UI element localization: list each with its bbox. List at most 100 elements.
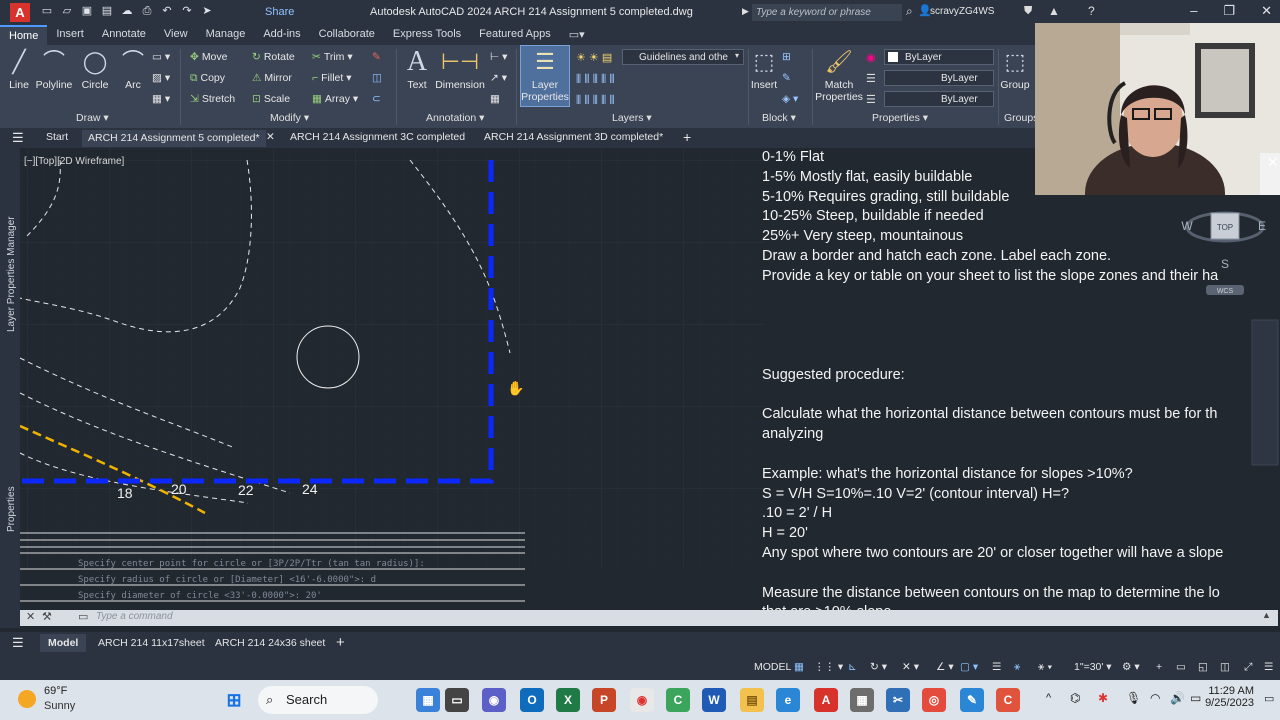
command-line[interactable]: [20, 610, 1278, 626]
viewcube-svg[interactable]: TOP W E S WCS: [1180, 205, 1270, 295]
tab-add-ins[interactable]: Add-ins: [254, 25, 309, 45]
taskbar-search[interactable]: Search: [258, 686, 378, 714]
viewcube[interactable]: TOP W E S WCS: [1180, 205, 1270, 295]
draw-panel-label[interactable]: Draw ▾: [76, 112, 109, 124]
cart-icon[interactable]: ⛊: [1024, 5, 1032, 18]
tab-home[interactable]: Home: [0, 25, 48, 45]
notifications-icon[interactable]: ▭: [1264, 692, 1274, 705]
linetype-icon[interactable]: ☰: [866, 72, 876, 85]
quick-properties-icon[interactable]: ◱: [1198, 661, 1208, 673]
save-icon[interactable]: ▣: [80, 4, 94, 18]
isolate-objects-icon[interactable]: ◫: [1220, 661, 1230, 673]
viewport-controls[interactable]: [−][Top][2D Wireframe]: [24, 156, 124, 167]
chevron-right-icon[interactable]: ▶: [742, 6, 749, 17]
viewcube-south-label[interactable]: S: [1221, 257, 1229, 271]
layers-panel-label[interactable]: Layers ▾: [612, 112, 652, 124]
share-icon[interactable]: ➤: [200, 4, 214, 18]
chevron-down-icon[interactable]: ▾: [735, 51, 739, 60]
layer-tools-row-1[interactable]: ⫴ ⫴ ⫴ ⫴ ⫴: [576, 72, 615, 87]
command-input[interactable]: Type a command: [96, 611, 173, 622]
workspace-gear-icon[interactable]: ⚙ ▾: [1122, 661, 1140, 673]
groups-panel-label[interactable]: Groups: [1004, 112, 1038, 124]
calculator-icon[interactable]: ▦: [850, 688, 874, 712]
autodesk-a-icon[interactable]: ▲: [1048, 4, 1060, 18]
lineweight-toggle-icon[interactable]: ☰: [992, 661, 1001, 673]
stretch-button[interactable]: ⇲ Stretch: [190, 93, 235, 105]
paint-icon[interactable]: ✎: [960, 688, 984, 712]
array-button[interactable]: ▦ Array ▾: [312, 93, 358, 105]
widgets-icon[interactable]: ▦: [416, 688, 440, 712]
create-block-icon[interactable]: ⊞: [782, 51, 791, 63]
properties-panel-label[interactable]: Properties ▾: [872, 112, 928, 124]
leader-icon[interactable]: ↗ ▾: [490, 72, 507, 84]
minimize-icon[interactable]: –: [1190, 3, 1197, 19]
snipping-tool-icon[interactable]: ✂: [886, 688, 910, 712]
insert-button[interactable]: ⬚ Insert: [750, 47, 778, 91]
excel-icon[interactable]: X: [556, 688, 580, 712]
tab-manage[interactable]: Manage: [197, 25, 255, 45]
open-folder-icon[interactable]: ▱: [60, 4, 74, 18]
color-dropdown[interactable]: ByLayer: [884, 49, 994, 65]
dimension-button[interactable]: ⊢⊣ Dimension: [434, 47, 486, 91]
copy-button[interactable]: ⧉ Copy: [190, 72, 225, 85]
rectangle-icon[interactable]: ▭ ▾: [152, 51, 170, 63]
tab-annotate[interactable]: Annotate: [93, 25, 155, 45]
edit-block-icon[interactable]: ✎: [782, 72, 791, 84]
text-button[interactable]: A Text: [400, 47, 434, 92]
cloud-icon[interactable]: ☁: [120, 4, 134, 18]
chrome-icon[interactable]: ◉: [630, 688, 654, 712]
doc-tab-assignment-3c[interactable]: ARCH 214 Assignment 3C completed: [290, 131, 465, 143]
polar-icon[interactable]: ↻ ▾: [870, 661, 887, 673]
sun-weather-icon[interactable]: [18, 690, 36, 708]
linear-dim-icon[interactable]: ⊢ ▾: [490, 51, 507, 63]
menu-icon[interactable]: ☰: [12, 130, 24, 146]
ortho-icon[interactable]: ⊾: [848, 661, 857, 673]
chevron-up-icon[interactable]: ^: [1046, 692, 1051, 704]
isodraft-icon[interactable]: ✕ ▾: [902, 661, 919, 673]
scale-button[interactable]: ⊡ Scale: [252, 93, 290, 105]
boundary-icon[interactable]: ▦ ▾: [152, 93, 170, 105]
weather-temperature[interactable]: 69°F: [44, 685, 67, 697]
layout-menu-icon[interactable]: ☰: [12, 635, 24, 651]
object-snap-tracking-icon[interactable]: ∠ ▾: [936, 661, 954, 673]
wifi-icon[interactable]: ◠: [1150, 691, 1160, 705]
restore-icon[interactable]: ❐: [1223, 3, 1235, 19]
snagit-icon[interactable]: C: [996, 688, 1020, 712]
layout-tab-11x17[interactable]: ARCH 214 11x17sheet: [98, 637, 205, 649]
help-search-input[interactable]: Type a keyword or phrase: [752, 4, 902, 21]
windows-start-icon[interactable]: ⊞: [222, 688, 246, 712]
task-view-icon[interactable]: ▭: [445, 688, 469, 712]
autocad-logo-icon[interactable]: A: [10, 3, 30, 22]
microphone-icon[interactable]: 🎙: [1126, 691, 1141, 705]
expand-up-icon[interactable]: ▲: [1262, 610, 1271, 620]
new-tab-plus-icon[interactable]: +: [683, 129, 691, 145]
lineweight-icon[interactable]: ☰: [866, 93, 876, 106]
line-button[interactable]: ╱ Line: [4, 47, 34, 91]
layout-tab-24x36[interactable]: ARCH 214 24x36 sheet: [215, 637, 325, 649]
lineweight-dropdown[interactable]: ByLayer: [884, 91, 994, 107]
word-icon[interactable]: W: [702, 688, 726, 712]
color-wheel-icon[interactable]: ◉: [866, 51, 876, 64]
annotation-monitor-icon[interactable]: +: [1156, 661, 1162, 673]
tab-collaborate[interactable]: Collaborate: [310, 25, 384, 45]
tab-insert[interactable]: Insert: [47, 25, 93, 45]
layer-state-icons[interactable]: ☀ ☀ ▤: [576, 51, 612, 64]
new-file-icon[interactable]: ▭: [40, 4, 54, 18]
battery-icon[interactable]: ▭: [1190, 691, 1201, 705]
user-name[interactable]: scravyZG4WS: [930, 6, 994, 17]
block-panel-label[interactable]: Block ▾: [762, 112, 796, 124]
system-clock[interactable]: 11:29 AM 9/25/2023: [1205, 685, 1254, 709]
doc-tab-start[interactable]: Start: [46, 131, 68, 143]
tab-view[interactable]: View: [155, 25, 197, 45]
file-explorer-icon[interactable]: ▤: [740, 688, 764, 712]
doc-tab-assignment-3d[interactable]: ARCH 214 Assignment 3D completed*: [484, 131, 663, 143]
grid-icon[interactable]: ▦: [794, 661, 804, 673]
rotate-button[interactable]: ↻ Rotate: [252, 51, 295, 63]
share-button[interactable]: Share: [265, 6, 294, 18]
autoscale-icon[interactable]: ⚹ ▾: [1038, 661, 1052, 674]
units-icon[interactable]: ▭: [1176, 661, 1186, 673]
current-layer-dropdown[interactable]: Guidelines and othe: [622, 49, 744, 65]
close-icon[interactable]: ✕: [1261, 3, 1272, 19]
group-button[interactable]: ⬚ Group: [1000, 47, 1030, 91]
trim-button[interactable]: ✂ Trim ▾: [312, 51, 353, 63]
